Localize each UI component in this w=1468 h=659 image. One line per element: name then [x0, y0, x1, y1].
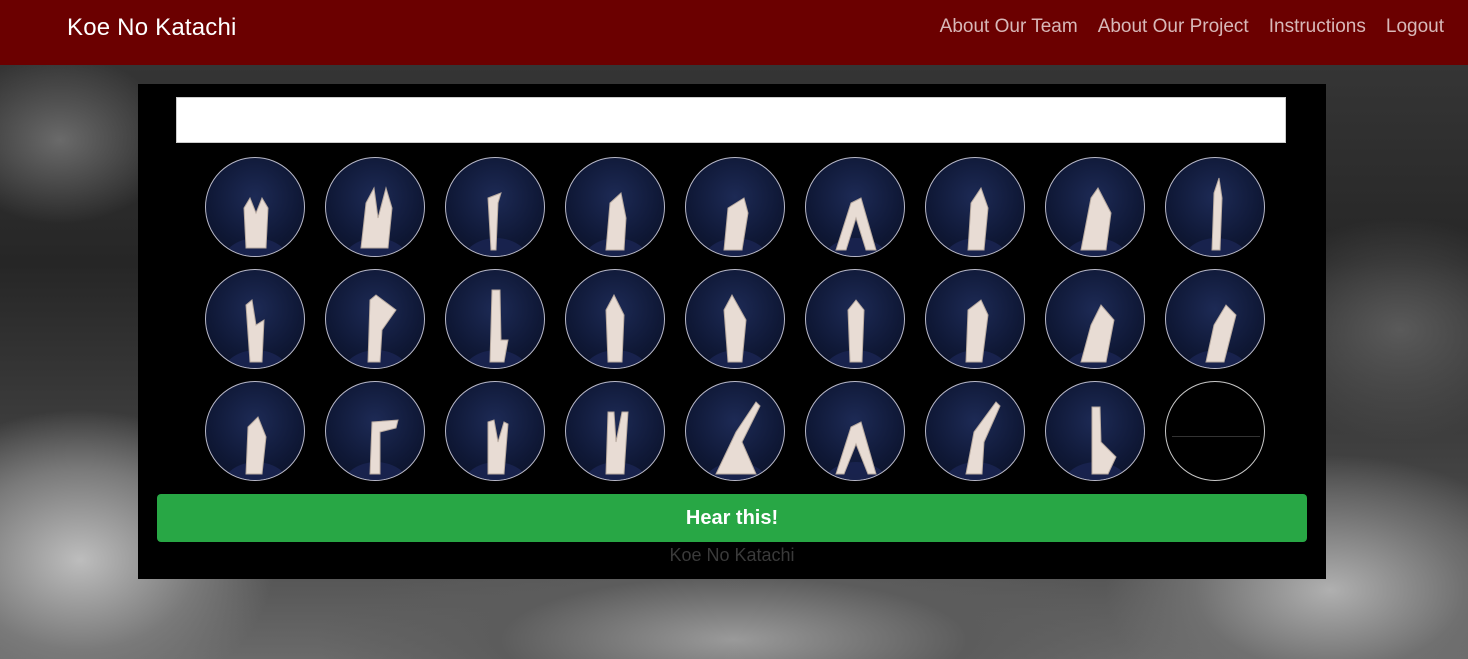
hand-sign-icon — [223, 299, 289, 368]
hand-sign-icon — [343, 419, 409, 480]
nav-logout[interactable]: Logout — [1386, 16, 1444, 38]
hand-sign-icon — [583, 192, 649, 256]
sign-button[interactable] — [1165, 157, 1265, 257]
hear-this-button[interactable]: Hear this! — [157, 494, 1307, 542]
sign-button[interactable] — [445, 157, 545, 257]
navbar: Koe No Katachi About Our Team About Our … — [0, 0, 1468, 65]
hand-sign-icon — [823, 197, 889, 256]
hand-sign-icon — [1063, 406, 1129, 480]
sign-button[interactable] — [565, 269, 665, 369]
hand-sign-icon — [343, 294, 409, 368]
hand-sign-icon — [943, 186, 1009, 256]
sign-grid — [205, 157, 1265, 481]
hand-sign-icon — [223, 416, 289, 480]
sign-button[interactable] — [805, 157, 905, 257]
footer-text: Koe No Katachi — [669, 545, 795, 565]
sign-button[interactable] — [205, 157, 305, 257]
nav-about-project[interactable]: About Our Project — [1098, 16, 1249, 38]
sign-button[interactable] — [325, 381, 425, 481]
hand-sign-icon — [943, 401, 1009, 480]
sign-button[interactable] — [685, 157, 785, 257]
hand-sign-icon — [703, 293, 769, 368]
hand-sign-icon — [703, 401, 769, 480]
sign-button[interactable] — [925, 157, 1025, 257]
hand-sign-icon — [463, 289, 529, 368]
sign-button[interactable] — [205, 381, 305, 481]
hand-sign-icon — [223, 196, 289, 256]
sign-button[interactable] — [925, 269, 1025, 369]
sign-button[interactable] — [1165, 269, 1265, 369]
sign-button[interactable] — [685, 269, 785, 369]
brand-title[interactable]: Koe No Katachi — [67, 14, 237, 42]
sign-button[interactable] — [565, 381, 665, 481]
sign-button[interactable] — [565, 157, 665, 257]
hand-sign-icon — [583, 293, 649, 368]
text-output-field[interactable] — [176, 97, 1286, 143]
sign-button[interactable] — [325, 269, 425, 369]
sign-button[interactable] — [805, 269, 905, 369]
sign-button[interactable] — [1045, 381, 1145, 481]
hand-sign-icon — [1183, 177, 1249, 256]
hand-sign-icon — [943, 299, 1009, 368]
hand-sign-icon — [823, 421, 889, 480]
sign-button-blank[interactable] — [1165, 381, 1265, 481]
sign-button[interactable] — [205, 269, 305, 369]
hand-sign-icon — [1183, 304, 1249, 368]
sign-button[interactable] — [1045, 157, 1145, 257]
sign-button[interactable] — [805, 381, 905, 481]
nav-about-team[interactable]: About Our Team — [940, 16, 1078, 38]
sign-button[interactable] — [445, 269, 545, 369]
nav-links: About Our Team About Our Project Instruc… — [940, 16, 1444, 38]
hand-sign-icon — [463, 419, 529, 480]
hand-sign-icon — [583, 411, 649, 480]
hand-sign-icon — [1063, 187, 1129, 256]
sign-button[interactable] — [1045, 269, 1145, 369]
hand-sign-icon — [1063, 304, 1129, 368]
sign-button[interactable] — [685, 381, 785, 481]
hand-sign-icon — [823, 299, 889, 368]
hand-sign-icon — [343, 186, 409, 256]
hand-sign-icon — [703, 197, 769, 256]
sign-button[interactable] — [925, 381, 1025, 481]
main-panel: Hear this! Koe No Katachi — [138, 84, 1326, 579]
nav-instructions[interactable]: Instructions — [1269, 16, 1366, 38]
hand-sign-icon — [463, 192, 529, 256]
sign-button[interactable] — [325, 157, 425, 257]
sign-button[interactable] — [445, 381, 545, 481]
